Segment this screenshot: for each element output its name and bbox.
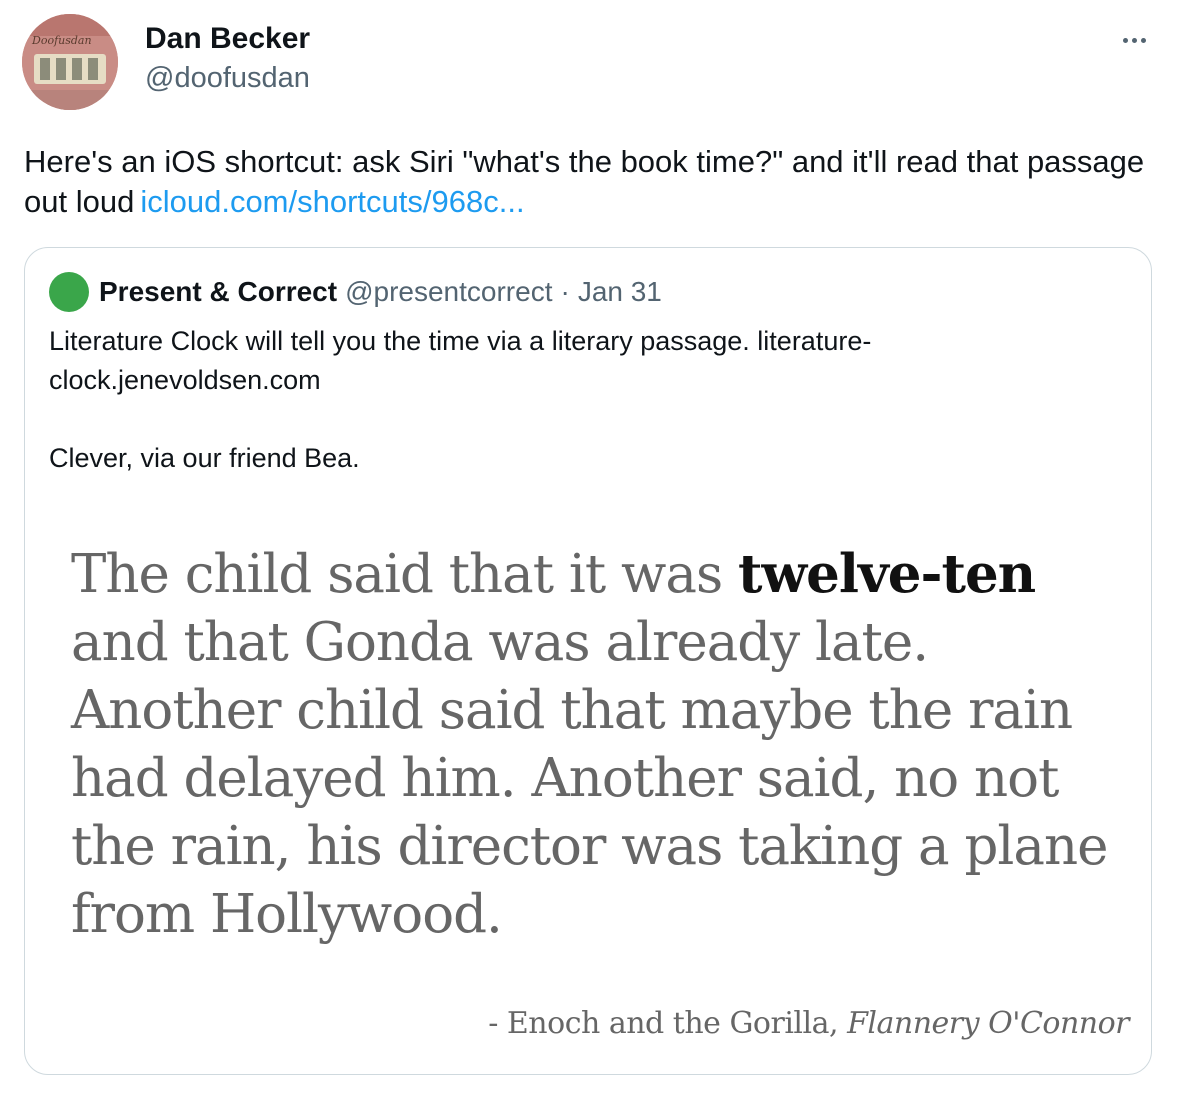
- tweet-text: Here's an iOS shortcut: ask Siri "what's…: [24, 142, 1164, 222]
- attribution-title: - Enoch and the Gorilla,: [488, 1006, 848, 1041]
- shortcut-link[interactable]: icloud.com/shortcuts/968c...: [140, 184, 524, 219]
- passage-attribution: - Enoch and the Gorilla, Flannery O'Conn…: [488, 1006, 1129, 1041]
- quote-author-handle[interactable]: @presentcorrect: [345, 276, 552, 308]
- passage-before: The child said that it was: [71, 544, 738, 605]
- more-horizontal-icon: [1140, 37, 1146, 43]
- quote-text-line-2: Clever, via our friend Bea.: [49, 443, 360, 473]
- quote-avatar[interactable]: [49, 272, 89, 312]
- tweet: Doofusdan Dan Becker @doofusdan Here's a…: [0, 0, 1186, 1104]
- quote-header: Present & Correct @presentcorrect · Jan …: [49, 272, 662, 312]
- more-horizontal-icon: [1122, 37, 1128, 43]
- avatar-image: Doofusdan: [22, 14, 118, 110]
- more-options-button[interactable]: [1112, 24, 1156, 56]
- literary-passage-image: The child said that it was twelve-ten an…: [71, 540, 1141, 949]
- quote-text-line-1: Literature Clock will tell you the time …: [49, 326, 872, 395]
- attribution-author: Flannery O'Connor: [847, 1006, 1129, 1041]
- author-name[interactable]: Dan Becker: [145, 22, 310, 56]
- quote-separator: ·: [560, 276, 570, 307]
- avatar-label: Doofusdan: [31, 34, 92, 47]
- author-handle[interactable]: @doofusdan: [145, 62, 310, 95]
- passage-after: and that Gonda was already late. Another…: [71, 612, 1108, 945]
- quoted-tweet[interactable]: Present & Correct @presentcorrect · Jan …: [24, 247, 1152, 1075]
- quote-date[interactable]: Jan 31: [578, 276, 662, 308]
- quote-author-name[interactable]: Present & Correct: [99, 276, 337, 308]
- passage-time: twelve-ten: [738, 543, 1036, 605]
- quote-text: Literature Clock will tell you the time …: [49, 322, 1109, 478]
- more-horizontal-icon: [1131, 37, 1137, 43]
- author-avatar[interactable]: Doofusdan: [22, 14, 118, 110]
